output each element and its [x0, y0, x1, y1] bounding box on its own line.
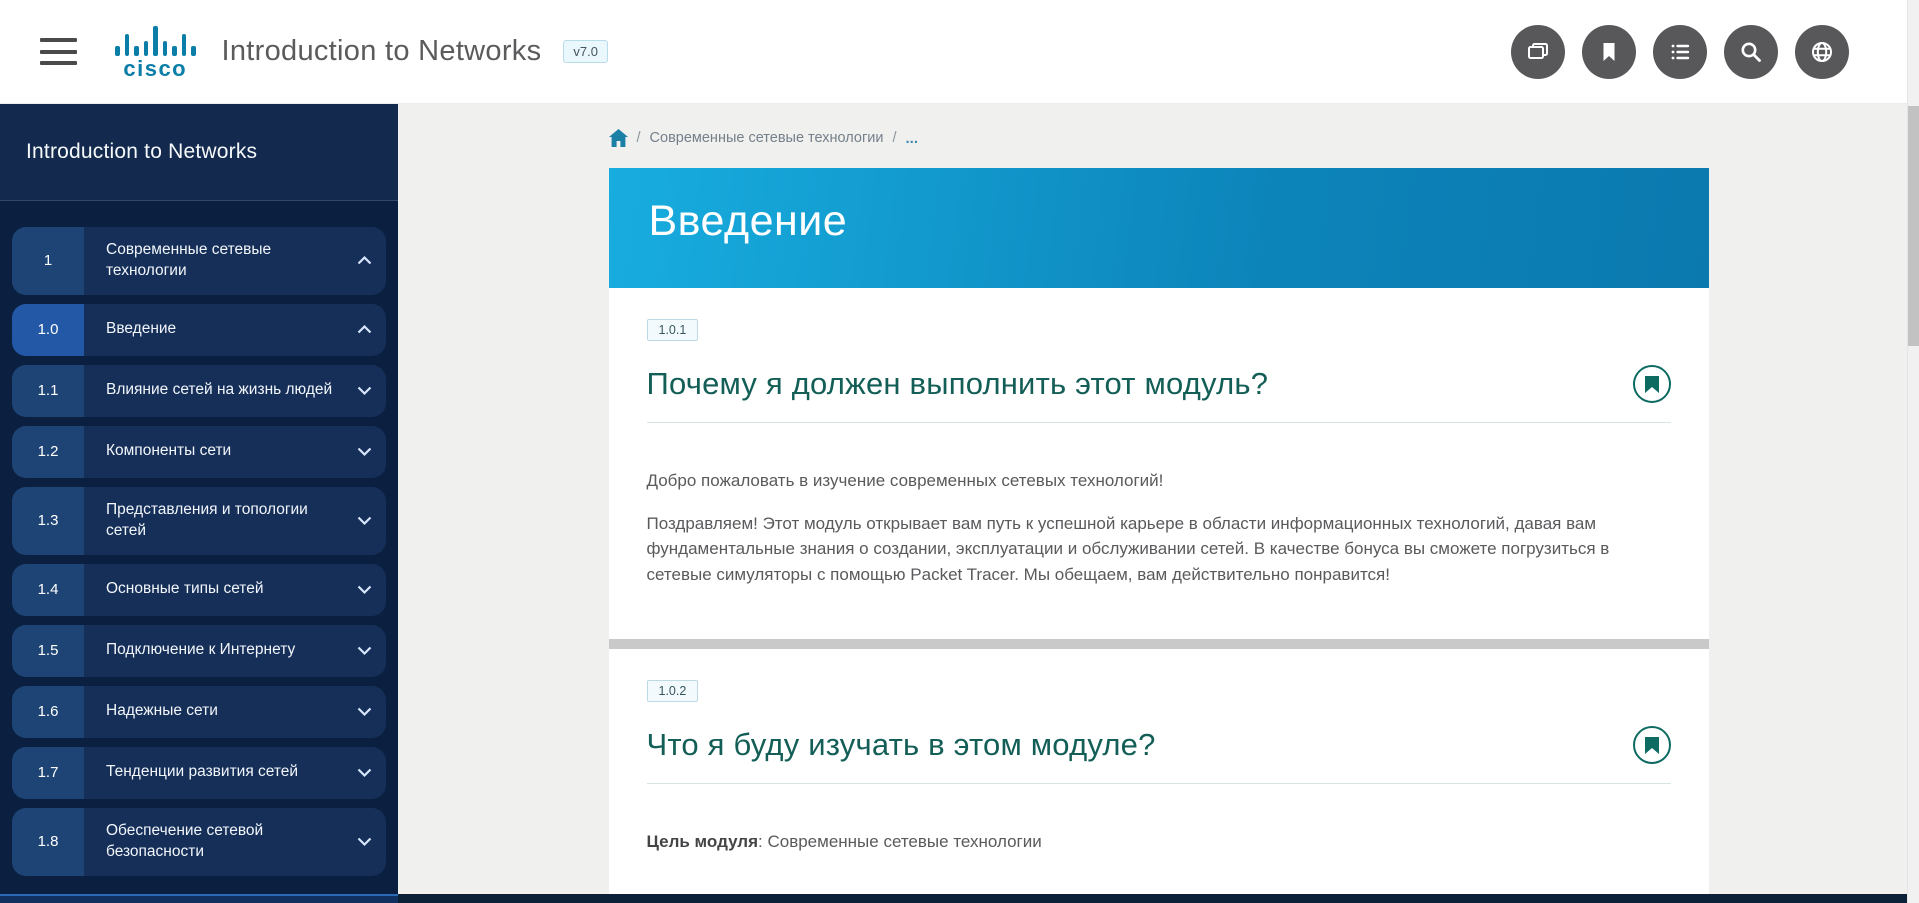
- sidebar-item-1.4[interactable]: 1.4 Основные типы сетей: [12, 564, 386, 616]
- nav-item-number: 1.0: [12, 304, 84, 356]
- nav-item-label: Надежные сети: [84, 686, 342, 738]
- nav-item-number: 1.5: [12, 625, 84, 677]
- footer-bar: [0, 894, 1907, 903]
- sidebar-item-1.1[interactable]: 1.1 Влияние сетей на жизнь людей: [12, 365, 386, 417]
- nav-item-label: Тенденции развития сетей: [84, 747, 342, 799]
- sidebar-item-1.5[interactable]: 1.5 Подключение к Интернету: [12, 625, 386, 677]
- nav-item-label: Основные типы сетей: [84, 564, 342, 616]
- breadcrumb: / Современные сетевые технологии / ...: [609, 129, 1709, 147]
- nav-item-number: 1: [12, 227, 84, 295]
- pages-icon[interactable]: [1511, 25, 1565, 79]
- course-title: Introduction to Networks: [222, 35, 542, 68]
- nav-item-label: Компоненты сети: [84, 426, 342, 478]
- chevron-icon: [342, 686, 386, 738]
- sidebar-item-1.2[interactable]: 1.2 Компоненты сети: [12, 426, 386, 478]
- home-icon[interactable]: [609, 129, 628, 147]
- section-rule: [647, 783, 1671, 784]
- chevron-icon: [342, 808, 386, 876]
- breadcrumb-ellipsis[interactable]: ...: [906, 130, 919, 147]
- nav-item-label: Введение: [84, 304, 342, 356]
- section-title: Почему я должен выполнить этот модуль?: [647, 366, 1269, 402]
- sidebar-item-1.7[interactable]: 1.7 Тенденции развития сетей: [12, 747, 386, 799]
- scrollbar-thumb[interactable]: [1908, 106, 1919, 346]
- chevron-icon: [342, 426, 386, 478]
- chevron-icon: [342, 365, 386, 417]
- nav-item-number: 1.3: [12, 487, 84, 555]
- section-title: Что я буду изучать в этом модуле?: [647, 727, 1156, 763]
- lesson-section: 1.0.2 Что я буду изучать в этом модуле? …: [609, 649, 1709, 903]
- section-body: Цель модуля: Современные сетевые техноло…: [647, 829, 1671, 855]
- nav-item-number: 1.1: [12, 365, 84, 417]
- nav-item-number: 1.7: [12, 747, 84, 799]
- content-area: / Современные сетевые технологии / ... В…: [398, 104, 1919, 903]
- section-divider: [609, 639, 1709, 649]
- list-icon[interactable]: [1653, 25, 1707, 79]
- chevron-icon: [342, 487, 386, 555]
- section-rule: [647, 422, 1671, 423]
- sidebar-item-1.0[interactable]: 1.0 Введение: [12, 304, 386, 356]
- module-goal: Цель модуля: Современные сетевые техноло…: [647, 829, 1657, 855]
- nav-item-number: 1.6: [12, 686, 84, 738]
- banner-title: Введение: [609, 168, 1709, 246]
- topic-number-badge: 1.0.1: [647, 319, 699, 341]
- page-scrollbar[interactable]: [1907, 0, 1919, 903]
- hamburger-menu-button[interactable]: [40, 38, 77, 65]
- cisco-logo: cisco: [115, 24, 196, 80]
- chevron-icon: [342, 625, 386, 677]
- app-header: cisco Introduction to Networks v7.0: [0, 0, 1919, 104]
- sidebar-item-1[interactable]: 1 Современные сетевые технологии: [12, 227, 386, 295]
- lesson-section: 1.0.1 Почему я должен выполнить этот мод…: [609, 288, 1709, 639]
- nav-item-label: Современные сетевые технологии: [84, 227, 342, 295]
- sidebar-item-1.6[interactable]: 1.6 Надежные сети: [12, 686, 386, 738]
- cisco-logo-text: cisco: [123, 58, 187, 80]
- nav-item-number: 1.4: [12, 564, 84, 616]
- sidebar-header: Introduction to Networks: [0, 104, 398, 201]
- sidebar-course-title: Introduction to Networks: [26, 140, 372, 164]
- module-banner: Введение: [609, 168, 1709, 288]
- lesson-sections: 1.0.1 Почему я должен выполнить этот мод…: [609, 288, 1709, 903]
- lesson-card: Введение 1.0.1 Почему я должен выполнить…: [609, 168, 1709, 903]
- bookmark-icon[interactable]: [1582, 25, 1636, 79]
- course-sidebar: Introduction to Networks 1 Современные с…: [0, 104, 398, 903]
- sidebar-item-1.8[interactable]: 1.8 Обеспечение сетевой безопасности: [12, 808, 386, 876]
- topic-number-badge: 1.0.2: [647, 680, 699, 702]
- section-body: Добро пожаловать в изучение современных …: [647, 468, 1671, 587]
- nav-item-number: 1.8: [12, 808, 84, 876]
- section-paragraph: Добро пожаловать в изучение современных …: [647, 468, 1657, 494]
- chevron-icon: [342, 227, 386, 295]
- nav-item-label: Обеспечение сетевой безопасности: [84, 808, 342, 876]
- header-toolbar: [1511, 25, 1879, 79]
- section-bookmark-button[interactable]: [1633, 365, 1671, 403]
- breadcrumb-separator: /: [637, 130, 641, 146]
- nav-item-label: Влияние сетей на жизнь людей: [84, 365, 342, 417]
- chevron-icon: [342, 564, 386, 616]
- nav-item-label: Подключение к Интернету: [84, 625, 342, 677]
- module-nav: 1 Современные сетевые технологии 1.0 Вве…: [0, 201, 398, 902]
- section-bookmark-button[interactable]: [1633, 726, 1671, 764]
- nav-item-label: Представления и топологии сетей: [84, 487, 342, 555]
- version-badge: v7.0: [563, 40, 608, 63]
- chevron-icon: [342, 304, 386, 356]
- section-paragraph: Поздравляем! Этот модуль открывает вам п…: [647, 511, 1657, 588]
- chevron-icon: [342, 747, 386, 799]
- nav-item-number: 1.2: [12, 426, 84, 478]
- sidebar-item-1.3[interactable]: 1.3 Представления и топологии сетей: [12, 487, 386, 555]
- module-goal-label: Цель модуля: [647, 832, 759, 851]
- cisco-logo-bars-icon: [115, 24, 196, 56]
- breadcrumb-separator: /: [892, 130, 896, 146]
- globe-icon[interactable]: [1795, 25, 1849, 79]
- breadcrumb-module-link[interactable]: Современные сетевые технологии: [650, 130, 884, 146]
- search-icon[interactable]: [1724, 25, 1778, 79]
- footer-bar-sidebar-segment: [0, 894, 398, 903]
